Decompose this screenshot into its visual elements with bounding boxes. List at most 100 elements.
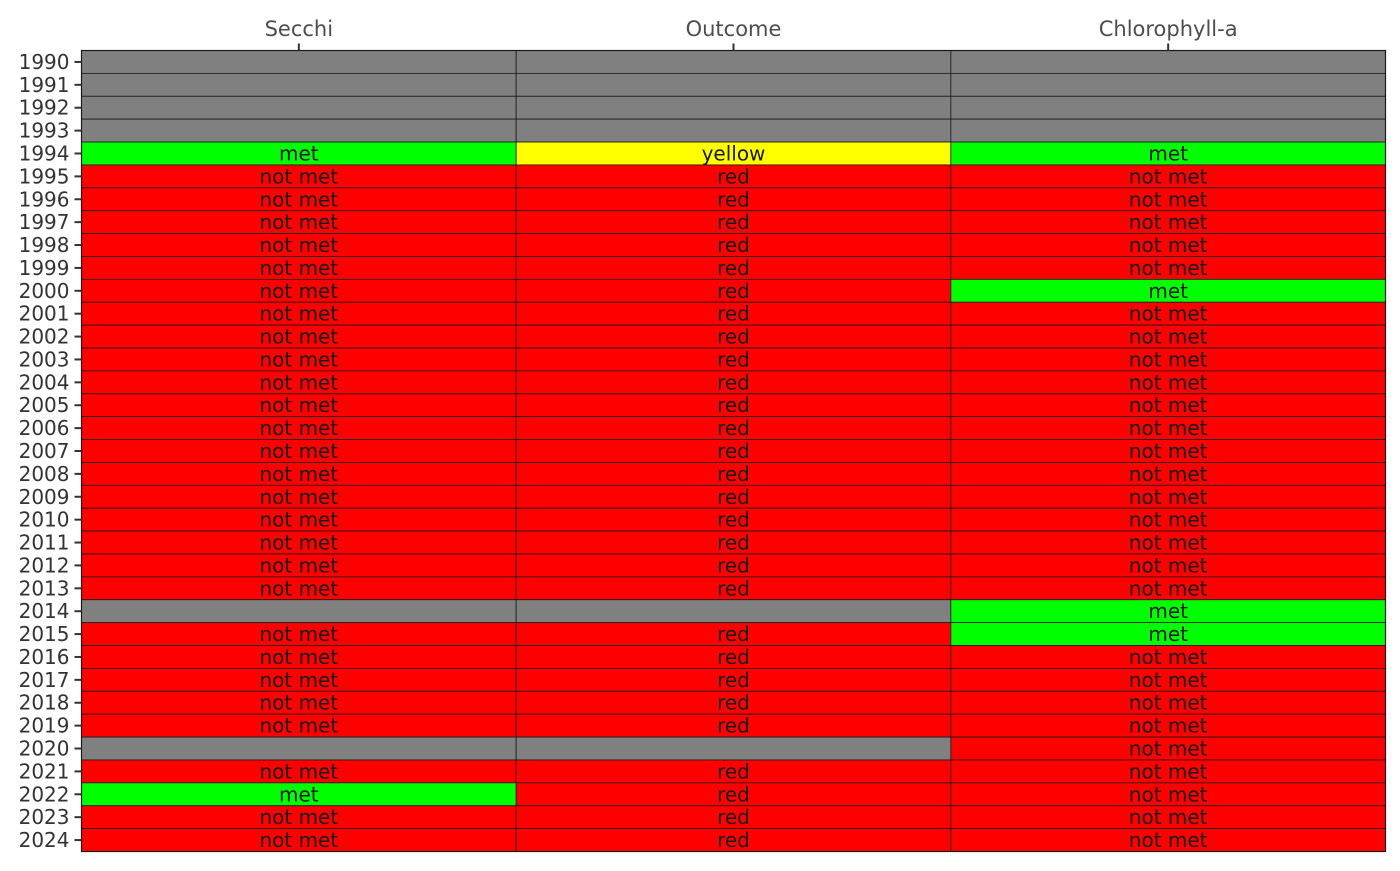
year-label-2007: 2007 [19,439,70,463]
cell-label: red [717,325,750,349]
cell-label: red [717,462,750,486]
year-label-2021: 2021 [19,759,70,783]
year-label-2012: 2012 [19,553,70,577]
cell-label: met [279,782,319,806]
cell-label: not met [259,645,338,669]
cell-label: not met [259,485,338,509]
cell-label: met [1148,141,1188,165]
cell-label: red [717,164,750,188]
cell-label: not met [1129,668,1208,692]
cell-label: red [717,668,750,692]
year-label-2020: 2020 [19,737,70,761]
cell-label: red [717,782,750,806]
cell-label: not met [1129,828,1208,852]
cell-1993-0 [81,118,517,143]
year-label-2008: 2008 [19,462,70,486]
cell-label: not met [259,553,338,577]
year-label-2017: 2017 [19,668,70,692]
cell-label: not met [1129,805,1208,829]
cell-label: red [717,828,750,852]
cell-label: not met [1129,187,1208,211]
cell-label: not met [1129,256,1208,280]
cell-label: not met [259,622,338,646]
cell-2020-0 [81,736,517,761]
year-label-1992: 1992 [19,96,70,120]
year-label-2013: 2013 [19,576,70,600]
year-label-2010: 2010 [19,508,70,532]
year-label-2014: 2014 [19,599,70,623]
cell-label: not met [1129,531,1208,555]
year-label-1999: 1999 [19,256,70,280]
cell-label: red [717,691,750,715]
cell-label: not met [1129,439,1208,463]
cell-label: red [717,645,750,669]
cell-1991-0 [81,72,517,97]
year-label-2006: 2006 [19,416,70,440]
cell-label: red [717,439,750,463]
cell-label: not met [1129,714,1208,738]
cell-label: not met [1129,782,1208,806]
cell-label: not met [1129,576,1208,600]
cell-label: not met [259,462,338,486]
cell-label: yellow [702,141,766,165]
year-label-2016: 2016 [19,645,70,669]
cell-label: not met [259,370,338,394]
cell-label: red [717,370,750,394]
year-label-1995: 1995 [19,164,70,188]
year-label-2024: 2024 [19,828,70,852]
year-label-2004: 2004 [19,370,70,394]
cell-label: red [717,416,750,440]
cell-label: met [1148,599,1188,623]
cell-label: not met [259,164,338,188]
year-label-1990: 1990 [19,50,70,74]
column-header-0: Secchi [265,17,334,41]
cell-label: not met [1129,233,1208,257]
cell-label: not met [259,347,338,371]
year-label-2005: 2005 [19,393,70,417]
cell-label: red [717,714,750,738]
cell-label: not met [259,508,338,532]
cell-label: red [717,233,750,257]
chart-container: met yellow met not met red not met not met red n… [0,0,1400,866]
cell-label: red [717,187,750,211]
cell-2014-1 [515,599,952,624]
cell-label: not met [259,691,338,715]
cell-label: red [717,508,750,532]
cell-label: met [1148,279,1188,303]
cell-2014-0 [81,599,517,624]
cell-label: not met [1129,210,1208,234]
cell-label: not met [1129,508,1208,532]
cell-1991-2 [950,72,1386,97]
year-label-2003: 2003 [19,347,70,371]
cell-label: red [717,279,750,303]
cell-label: not met [259,279,338,303]
year-label-2023: 2023 [19,805,70,829]
cell-1992-0 [81,95,517,120]
year-label-1996: 1996 [19,187,70,211]
year-label-1991: 1991 [19,73,70,97]
year-label-2019: 2019 [19,714,70,738]
cell-label: not met [259,233,338,257]
cell-label: red [717,553,750,577]
cell-1992-2 [950,95,1386,120]
cell-label: not met [1129,416,1208,440]
cell-label: not met [259,187,338,211]
cell-1992-1 [515,95,952,120]
cell-label: not met [1129,645,1208,669]
cell-label: not met [259,805,338,829]
cell-label: not met [259,576,338,600]
cell-label: red [717,256,750,280]
heatmap-chart: met yellow metnot met red not metnot met red n… [19,17,1387,853]
cell-label: not met [1129,164,1208,188]
year-label-2018: 2018 [19,691,70,715]
year-label-1994: 1994 [19,141,70,165]
column-header-2: Chlorophyll-a [1099,17,1238,41]
cell-label: not met [259,256,338,280]
cell-label: red [717,759,750,783]
year-label-2022: 2022 [19,782,70,806]
cell-label: red [717,531,750,555]
cell-1993-2 [950,118,1386,143]
year-label-1998: 1998 [19,233,70,257]
cell-label: not met [1129,370,1208,394]
cell-label: met [1148,622,1188,646]
